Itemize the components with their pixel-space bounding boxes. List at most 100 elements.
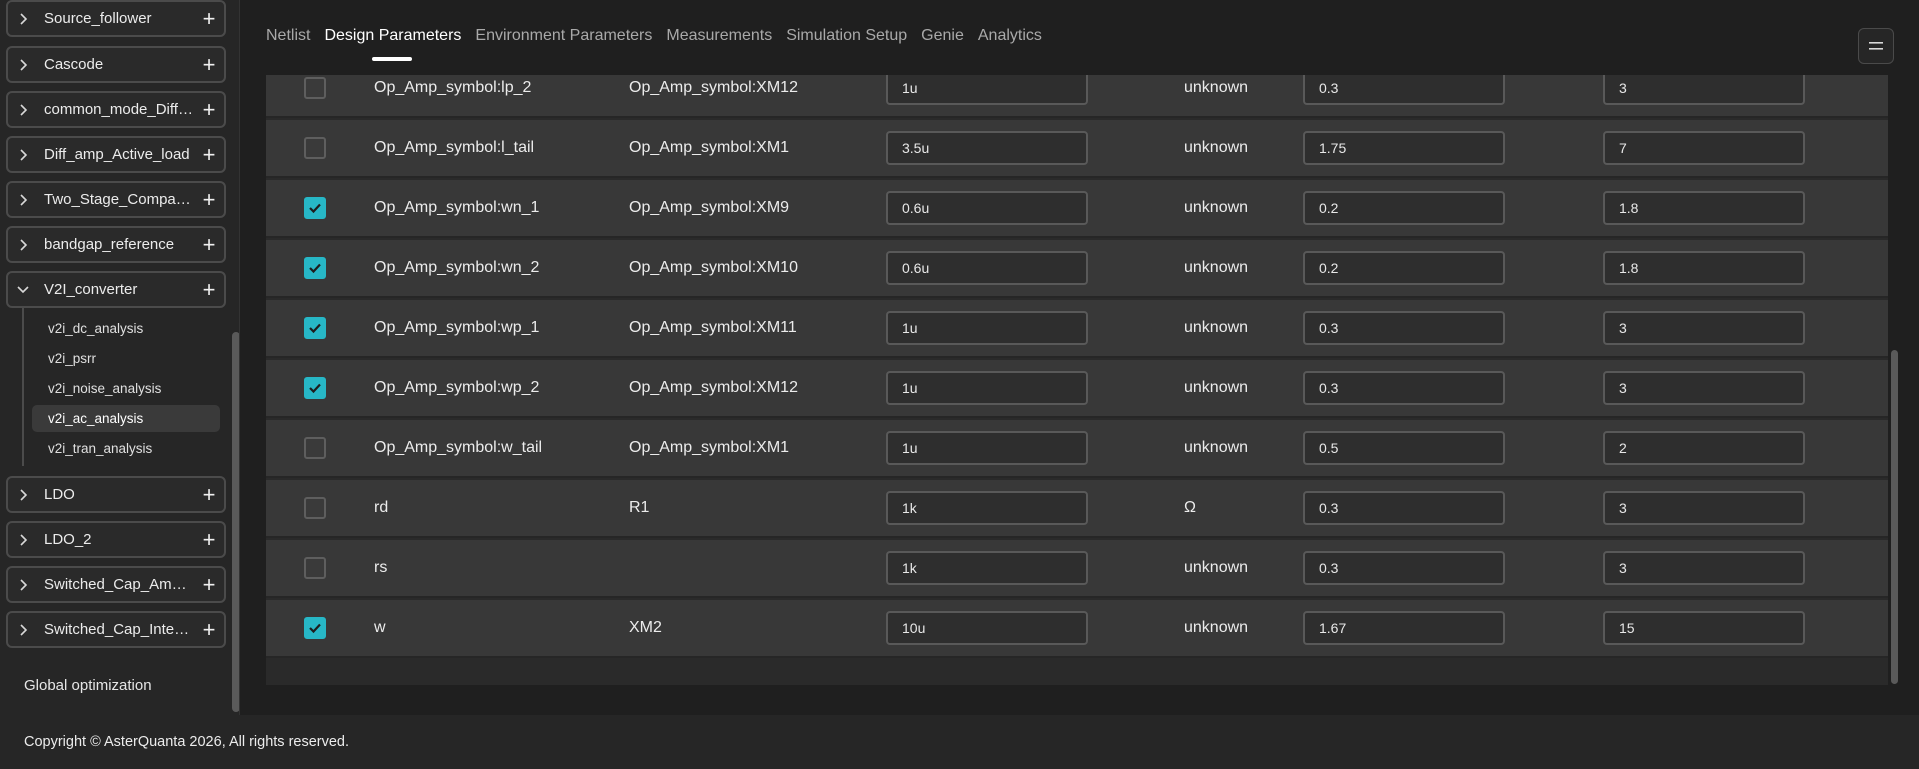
table-row: Op_Amp_symbol:wp_1 Op_Amp_symbol:XM11 1u un… (266, 300, 1888, 358)
add-icon[interactable]: + (194, 573, 224, 596)
min-input[interactable]: 1.67 (1303, 611, 1505, 645)
max-input[interactable]: 2 (1603, 431, 1805, 465)
global-optimization-link[interactable]: Global optimization (24, 677, 152, 694)
min-input[interactable]: 0.5 (1303, 431, 1505, 465)
unit-label: Ω (1184, 499, 1196, 516)
chevron-right-icon[interactable] (8, 622, 38, 638)
row-checkbox[interactable] (304, 377, 326, 399)
add-icon[interactable]: + (194, 53, 224, 76)
value-input[interactable]: 1k (886, 551, 1088, 585)
value-input[interactable]: 1u (886, 311, 1088, 345)
row-checkbox[interactable] (304, 497, 326, 519)
chevron-right-icon[interactable] (8, 147, 38, 163)
add-icon[interactable]: + (194, 7, 224, 30)
max-input[interactable]: 3 (1603, 75, 1805, 105)
max-input[interactable]: 3 (1603, 311, 1805, 345)
max-input[interactable]: 1.8 (1603, 191, 1805, 225)
tab[interactable]: Analytics (978, 27, 1042, 53)
add-icon[interactable]: + (194, 278, 224, 301)
project-item[interactable]: Diff_amp_Active_load + (6, 136, 226, 173)
chevron-right-icon[interactable] (8, 532, 38, 548)
table-row: rs 1k unknown 0.3 3 (266, 540, 1888, 598)
project-item[interactable]: Switched_Cap_Ampli... + (6, 566, 226, 603)
value-input[interactable]: 3.5u (886, 131, 1088, 165)
chevron-right-icon[interactable] (8, 237, 38, 253)
sidebar-scrollbar[interactable] (232, 332, 239, 712)
row-checkbox[interactable] (304, 317, 326, 339)
menu-button[interactable] (1858, 28, 1894, 64)
min-input[interactable]: 0.3 (1303, 311, 1505, 345)
value-input[interactable]: 0.6u (886, 191, 1088, 225)
add-icon[interactable]: + (194, 233, 224, 256)
min-input[interactable]: 1.75 (1303, 131, 1505, 165)
project-item[interactable]: LDO_2 + (6, 521, 226, 558)
row-checkbox[interactable] (304, 557, 326, 579)
analysis-item[interactable]: v2i_noise_analysis (32, 375, 220, 402)
value-input[interactable]: 10u (886, 611, 1088, 645)
chevron-right-icon[interactable] (8, 192, 38, 208)
tab[interactable]: Measurements (666, 27, 772, 53)
chevron-right-icon[interactable] (8, 577, 38, 593)
max-input[interactable]: 1.8 (1603, 251, 1805, 285)
add-icon[interactable]: + (194, 483, 224, 506)
tab[interactable]: Design Parameters (324, 27, 461, 61)
value-input[interactable]: 0.6u (886, 251, 1088, 285)
row-checkbox[interactable] (304, 77, 326, 99)
project-name: Two_Stage_Compara... (44, 191, 194, 208)
row-checkbox[interactable] (304, 617, 326, 639)
add-icon[interactable]: + (194, 528, 224, 551)
project-item[interactable]: Two_Stage_Compara... + (6, 181, 226, 218)
unit-label: unknown (1184, 619, 1249, 636)
max-input[interactable]: 3 (1603, 551, 1805, 585)
min-input[interactable]: 0.3 (1303, 371, 1505, 405)
param-name: Op_Amp_symbol:wp_1 (374, 319, 540, 336)
project-name: LDO (44, 486, 75, 503)
min-input[interactable]: 0.3 (1303, 491, 1505, 525)
tab[interactable]: Genie (921, 27, 964, 53)
add-icon[interactable]: + (194, 618, 224, 641)
project-item[interactable]: bandgap_reference + (6, 226, 226, 263)
add-icon[interactable]: + (194, 98, 224, 121)
analysis-item[interactable]: v2i_psrr (32, 345, 220, 372)
analysis-item[interactable]: v2i_ac_analysis (32, 405, 220, 432)
chevron-right-icon[interactable] (8, 57, 38, 73)
chevron-down-icon[interactable] (8, 282, 38, 298)
min-input[interactable]: 0.2 (1303, 251, 1505, 285)
row-checkbox[interactable] (304, 137, 326, 159)
value-input[interactable]: 1u (886, 431, 1088, 465)
max-input[interactable]: 3 (1603, 371, 1805, 405)
max-input[interactable]: 7 (1603, 131, 1805, 165)
project-item[interactable]: LDO + (6, 476, 226, 513)
table-scrollbar[interactable] (1891, 350, 1898, 684)
table-row: Op_Amp_symbol:lp_2 Op_Amp_symbol:XM12 1u un… (266, 75, 1888, 118)
max-input[interactable]: 3 (1603, 491, 1805, 525)
analysis-item[interactable]: v2i_dc_analysis (32, 315, 220, 342)
project-item[interactable]: V2I_converter + (6, 271, 226, 308)
row-checkbox[interactable] (304, 257, 326, 279)
value-input[interactable]: 1u (886, 75, 1088, 105)
param-name: Op_Amp_symbol:wp_2 (374, 379, 540, 396)
add-icon[interactable]: + (194, 188, 224, 211)
value-input[interactable]: 1k (886, 491, 1088, 525)
tab[interactable]: Environment Parameters (475, 27, 652, 53)
min-input[interactable]: 0.2 (1303, 191, 1505, 225)
chevron-right-icon[interactable] (8, 11, 38, 27)
project-item[interactable]: common_mode_Diffa... + (6, 91, 226, 128)
tab[interactable]: Netlist (266, 27, 310, 53)
tab[interactable]: Simulation Setup (786, 27, 907, 53)
chevron-right-icon[interactable] (8, 487, 38, 503)
unit-label: unknown (1184, 199, 1249, 216)
project-item[interactable]: Switched_Cap_Integr... + (6, 611, 226, 648)
add-icon[interactable]: + (194, 143, 224, 166)
max-input[interactable]: 15 (1603, 611, 1805, 645)
chevron-right-icon[interactable] (8, 102, 38, 118)
instance-name: Op_Amp_symbol:XM11 (629, 319, 797, 336)
project-item[interactable]: Source_follower + (6, 0, 226, 37)
project-item[interactable]: Cascode + (6, 46, 226, 83)
row-checkbox[interactable] (304, 197, 326, 219)
min-input[interactable]: 0.3 (1303, 551, 1505, 585)
analysis-item[interactable]: v2i_tran_analysis (32, 435, 220, 462)
value-input[interactable]: 1u (886, 371, 1088, 405)
min-input[interactable]: 0.3 (1303, 75, 1505, 105)
row-checkbox[interactable] (304, 437, 326, 459)
